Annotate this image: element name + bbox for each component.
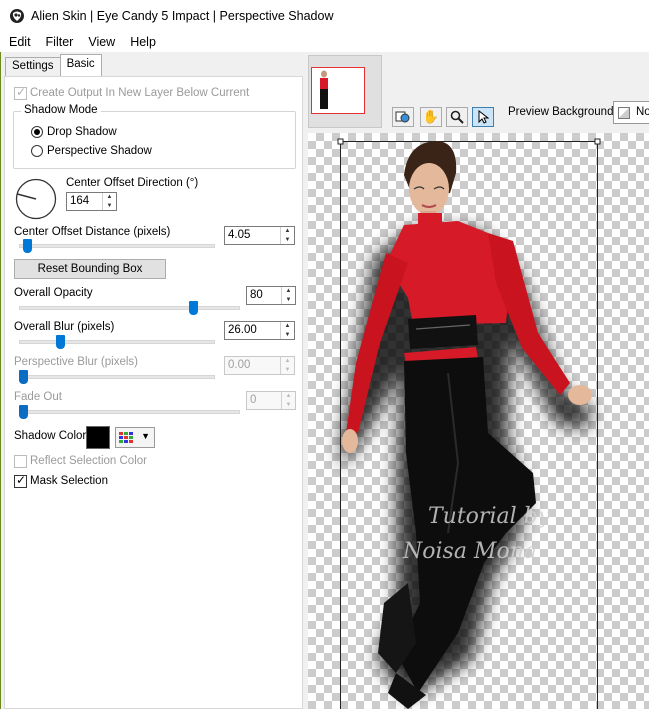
perspective-blur-track <box>19 375 215 379</box>
overall-blur-slider[interactable] <box>56 335 66 349</box>
hand-tool-button[interactable]: ✋ <box>420 107 442 127</box>
navigator-figure-thumbnail <box>320 70 328 109</box>
navigator-viewport-frame[interactable] <box>311 67 365 114</box>
center-offset-distance-slider[interactable] <box>22 239 32 253</box>
chevron-down-icon: ▼ <box>141 431 150 441</box>
menu-view[interactable]: View <box>79 35 121 49</box>
menu-bar: Edit Filter View Help <box>0 32 649 52</box>
perspective-blur-spinner: 0.00 ▲ ▼ <box>224 356 295 375</box>
overall-opacity-track[interactable] <box>19 306 240 310</box>
spinner-arrows[interactable]: ▲ ▼ <box>281 287 295 304</box>
reflect-selection-color-checkbox <box>14 455 27 468</box>
preview-background-label: Preview Background: <box>508 106 617 118</box>
preview-background-dropdown[interactable]: No <box>613 101 649 124</box>
basic-panel: Create Output In New Layer Below Current… <box>4 76 303 709</box>
title-bar: Alien Skin | Eye Candy 5 Impact | Perspe… <box>0 0 649 32</box>
shadow-mode-legend: Shadow Mode <box>21 104 101 116</box>
perspective-blur-slider <box>19 370 28 384</box>
center-offset-direction-value: 164 <box>70 195 90 207</box>
center-offset-distance-value: 4.05 <box>228 229 251 241</box>
tab-strip: Settings Basic <box>5 54 102 76</box>
color-grid-icon <box>119 432 133 443</box>
spinner-arrows[interactable]: ▲ ▼ <box>102 193 116 210</box>
center-offset-distance-label: Center Offset Distance (pixels) <box>14 226 171 238</box>
window-title: Alien Skin | Eye Candy 5 Impact | Perspe… <box>31 9 334 23</box>
center-offset-distance-spinner[interactable]: 4.05 ▲ ▼ <box>224 226 295 245</box>
menu-filter[interactable]: Filter <box>37 35 80 49</box>
preview-navigator-button[interactable] <box>392 107 414 127</box>
spinner-arrows: ▲ ▼ <box>280 357 294 374</box>
shadow-color-label: Shadow Color <box>14 430 87 442</box>
navigator-thumbnail[interactable] <box>308 55 382 128</box>
watermark-text-1: Tutorial by <box>428 504 551 529</box>
fade-out-spinner: 0 ▲ ▼ <box>246 391 296 410</box>
shadow-mode-group: Shadow Mode Drop Shadow Perspective Shad… <box>13 104 296 169</box>
color-picker-dropdown[interactable]: ▼ <box>115 427 155 448</box>
direction-dial[interactable] <box>14 177 58 221</box>
hand-icon: ✋ <box>422 109 440 124</box>
reset-bounding-box-button[interactable]: Reset Bounding Box <box>14 259 166 279</box>
overall-opacity-spinner[interactable]: 80 ▲ ▼ <box>246 286 296 305</box>
menu-edit[interactable]: Edit <box>0 35 37 49</box>
tab-settings[interactable]: Settings <box>5 57 61 76</box>
overall-blur-track[interactable] <box>19 340 215 344</box>
perspective-blur-value: 0.00 <box>228 359 251 371</box>
alien-skin-logo-icon <box>10 9 24 23</box>
drop-shadow-label: Drop Shadow <box>47 126 117 138</box>
center-offset-direction-label: Center Offset Direction (°) <box>66 177 199 189</box>
create-output-checkbox[interactable] <box>14 85 27 100</box>
overall-blur-value: 26.00 <box>228 324 257 336</box>
mask-selection-checkbox[interactable] <box>14 473 27 488</box>
center-offset-distance-track[interactable] <box>19 244 215 248</box>
fade-out-value: 0 <box>250 394 257 406</box>
overall-blur-spinner[interactable]: 26.00 ▲ ▼ <box>224 321 295 340</box>
preview-image: Tutorial by Noisa Mona <box>337 138 601 709</box>
tab-basic[interactable]: Basic <box>59 54 102 76</box>
watermark-text-2: Noisa Mona <box>402 539 537 564</box>
shadow-color-swatch[interactable] <box>86 426 110 449</box>
pointer-tool-button[interactable] <box>472 107 494 127</box>
create-output-label: Create Output In New Layer Below Current <box>30 87 250 99</box>
spinner-arrows[interactable]: ▲ ▼ <box>280 227 294 244</box>
preview-canvas[interactable]: Tutorial by Noisa Mona <box>308 133 649 709</box>
menu-help[interactable]: Help <box>121 35 162 49</box>
spinner-arrows[interactable]: ▲ ▼ <box>280 322 294 339</box>
perspective-shadow-label: Perspective Shadow <box>47 145 152 157</box>
center-offset-direction-spinner[interactable]: 164 ▲ ▼ <box>66 192 117 211</box>
background-swatch-icon <box>618 107 630 119</box>
perspective-blur-label: Perspective Blur (pixels) <box>14 356 138 368</box>
overall-blur-label: Overall Blur (pixels) <box>14 321 115 333</box>
fade-out-slider <box>19 405 28 419</box>
fade-out-label: Fade Out <box>14 391 62 403</box>
fade-out-track <box>19 410 240 414</box>
overall-opacity-label: Overall Opacity <box>14 287 93 299</box>
pointer-icon <box>478 109 490 124</box>
drop-shadow-radio[interactable] <box>31 126 43 138</box>
preview-background-value: No <box>636 106 649 118</box>
spinner-arrows: ▲ ▼ <box>281 392 295 409</box>
overall-opacity-slider[interactable] <box>188 301 198 315</box>
reflect-selection-color-label: Reflect Selection Color <box>30 455 147 467</box>
overall-opacity-value: 80 <box>250 289 263 301</box>
preview-navigator-icon <box>395 111 410 123</box>
zoom-icon <box>450 110 464 124</box>
zoom-tool-button[interactable] <box>446 107 468 127</box>
mask-selection-label: Mask Selection <box>30 475 108 487</box>
perspective-shadow-radio[interactable] <box>31 145 43 157</box>
